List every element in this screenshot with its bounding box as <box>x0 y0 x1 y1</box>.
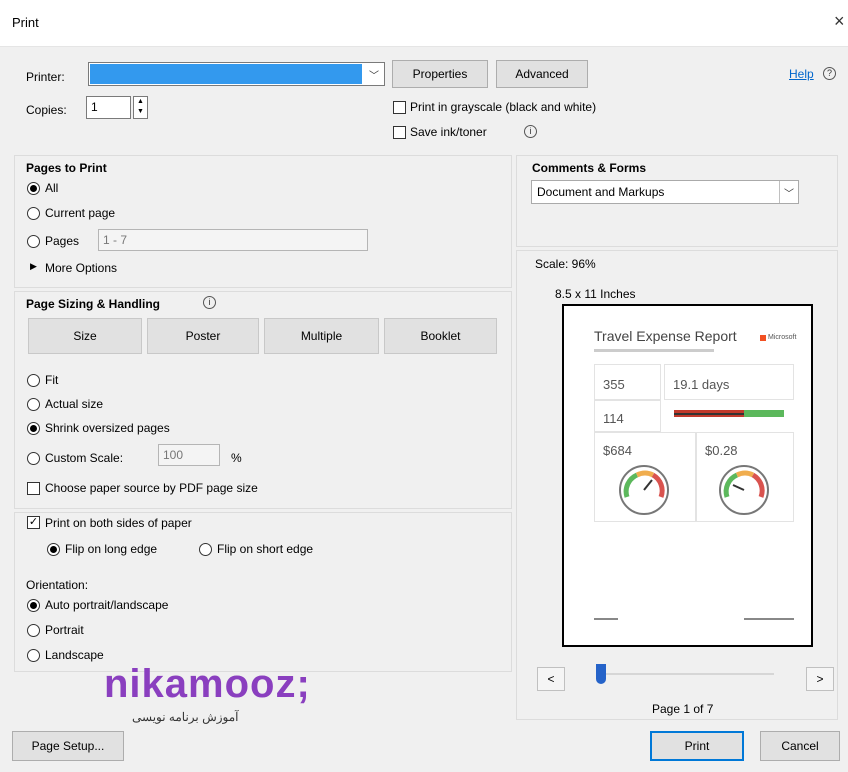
paper-size-label: 8.5 x 11 Inches <box>555 287 636 301</box>
paper-source-label: Choose paper source by PDF page size <box>45 481 258 495</box>
all-pages-label: All <box>45 181 59 195</box>
long-edge-radio[interactable] <box>47 543 60 556</box>
copies-label: Copies: <box>26 103 67 117</box>
paper-source-checkbox[interactable] <box>27 482 40 495</box>
preview-card: 19.1 days <box>664 364 794 400</box>
info-icon[interactable]: i <box>524 125 537 138</box>
grayscale-checkbox[interactable] <box>393 101 406 114</box>
next-page-button[interactable]: > <box>806 667 834 691</box>
nikamooz-tagline: آموزش برنامه نویسی <box>132 710 239 724</box>
gauge-icon <box>619 465 669 515</box>
actual-size-radio[interactable] <box>27 398 40 411</box>
chevron-down-icon: ﹀ <box>369 70 379 82</box>
printer-select[interactable]: ﹀ <box>88 62 385 86</box>
help-info-icon[interactable]: ? <box>823 67 836 80</box>
long-edge-label: Flip on long edge <box>65 542 158 556</box>
comments-heading: Comments & Forms <box>532 161 647 175</box>
more-options-link[interactable]: More Options <box>45 261 117 275</box>
current-page-label: Current page <box>45 206 116 220</box>
preview-footer-left <box>594 618 618 620</box>
preview-subtitle-bar <box>594 349 714 352</box>
auto-orientation-radio[interactable] <box>27 599 40 612</box>
chevron-down-icon: ﹀ <box>779 181 798 203</box>
preview-gauge-card: $684 <box>594 432 696 522</box>
portrait-radio[interactable] <box>27 624 40 637</box>
shrink-radio[interactable] <box>27 422 40 435</box>
pages-radio[interactable] <box>27 235 40 248</box>
portrait-label: Portrait <box>45 623 84 637</box>
printer-label: Printer: <box>26 70 65 84</box>
preview-value: 114 <box>603 411 624 426</box>
page-preview: Travel Expense Report Microsoft 355 19.1… <box>562 304 813 647</box>
properties-button[interactable]: Properties <box>392 60 488 88</box>
custom-scale-radio[interactable] <box>27 452 40 465</box>
preview-bar-chart <box>674 410 784 417</box>
custom-scale-label: Custom Scale: <box>45 451 124 465</box>
preview-brand: Microsoft <box>768 334 797 341</box>
scale-label: Scale: 96% <box>535 257 596 271</box>
pages-range-input[interactable]: 1 - 7 <box>98 229 368 251</box>
poster-button[interactable]: Poster <box>147 318 259 354</box>
print-button[interactable]: Print <box>650 731 744 761</box>
both-sides-checkbox[interactable]: ✓ <box>27 516 40 529</box>
size-button[interactable]: Size <box>28 318 142 354</box>
help-link[interactable]: Help <box>789 67 814 81</box>
copies-input[interactable]: 1 <box>86 96 131 119</box>
pages-to-print-heading: Pages to Print <box>26 161 107 175</box>
percent-label: % <box>231 451 242 465</box>
preview-footer-right <box>744 618 794 620</box>
comments-select[interactable]: Document and Markups ﹀ <box>531 180 799 204</box>
preview-gauge-card: $0.28 <box>696 432 794 522</box>
orientation-heading: Orientation: <box>26 578 89 592</box>
landscape-label: Landscape <box>45 648 104 662</box>
custom-scale-input[interactable]: 100 <box>158 444 220 466</box>
comments-select-value: Document and Markups <box>537 185 665 199</box>
shrink-label: Shrink oversized pages <box>45 421 170 435</box>
page-setup-button[interactable]: Page Setup... <box>12 731 124 761</box>
save-ink-label: Save ink/toner <box>410 125 487 139</box>
info-icon[interactable]: i <box>203 296 216 309</box>
preview-card: 355 <box>594 364 661 400</box>
both-sides-label: Print on both sides of paper <box>45 516 192 530</box>
page-slider-thumb[interactable] <box>596 664 606 684</box>
nikamooz-logo: nikamooz; <box>104 662 311 706</box>
pages-label: Pages <box>45 234 80 248</box>
fit-label: Fit <box>45 373 59 387</box>
close-icon[interactable]: × <box>834 11 845 32</box>
printer-selected-value <box>90 64 362 84</box>
cancel-button[interactable]: Cancel <box>760 731 840 761</box>
prev-page-button[interactable]: < <box>537 667 565 691</box>
short-edge-label: Flip on short edge <box>217 542 314 556</box>
preview-value: 355 <box>603 377 625 392</box>
preview-value: $684 <box>603 443 632 458</box>
microsoft-logo-icon <box>760 335 766 341</box>
preview-value: $0.28 <box>705 443 738 458</box>
preview-doc-title: Travel Expense Report <box>594 328 737 344</box>
page-indicator: Page 1 of 7 <box>652 702 714 716</box>
gauge-icon <box>719 465 769 515</box>
fit-radio[interactable] <box>27 374 40 387</box>
preview-card: 114 <box>594 400 661 432</box>
window-title: Print <box>12 15 39 30</box>
multiple-button[interactable]: Multiple <box>264 318 379 354</box>
booklet-button[interactable]: Booklet <box>384 318 497 354</box>
current-page-radio[interactable] <box>27 207 40 220</box>
all-pages-radio[interactable] <box>27 182 40 195</box>
expand-triangle-icon[interactable]: ▶ <box>30 261 37 272</box>
preview-bar-green <box>744 410 784 417</box>
actual-size-label: Actual size <box>45 397 104 411</box>
auto-orientation-label: Auto portrait/landscape <box>45 598 169 612</box>
preview-bar-line <box>674 413 744 415</box>
preview-value: 19.1 days <box>673 377 730 392</box>
landscape-radio[interactable] <box>27 649 40 662</box>
page-slider-track[interactable] <box>596 673 774 675</box>
advanced-button[interactable]: Advanced <box>496 60 588 88</box>
save-ink-checkbox[interactable] <box>393 126 406 139</box>
page-sizing-heading: Page Sizing & Handling <box>26 297 161 311</box>
grayscale-label: Print in grayscale (black and white) <box>410 100 597 114</box>
short-edge-radio[interactable] <box>199 543 212 556</box>
copies-stepper[interactable]: ▲ ▼ <box>133 96 148 119</box>
title-bar: Print × <box>0 0 848 47</box>
